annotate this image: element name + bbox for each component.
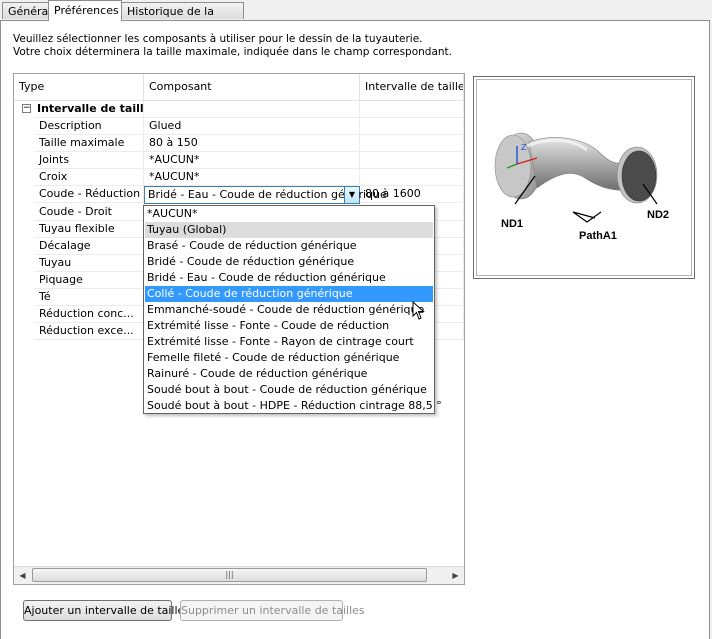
dropdown-option[interactable]: Brasé - Coude de réduction générique (145, 238, 433, 254)
dropdown-option-selected[interactable]: Tuyau (Global) (145, 222, 433, 238)
label-nd2: ND2 (647, 209, 669, 221)
column-header-component[interactable]: Composant (144, 74, 360, 100)
collapse-toggle-icon[interactable]: − (22, 104, 31, 113)
component-dropdown-list[interactable]: *AUCUN* Tuyau (Global) Brasé - Coude de … (143, 205, 442, 414)
table-row[interactable]: Description Glued (14, 118, 464, 135)
column-header-range[interactable]: Intervalle de tailles d (360, 74, 464, 100)
row-range (360, 152, 464, 169)
dropdown-option[interactable]: Rainuré - Coude de réduction générique (145, 366, 433, 382)
row-component[interactable]: 80 à 150 (144, 135, 360, 152)
dropdown-option[interactable]: *AUCUN* (145, 206, 433, 222)
dropdown-option[interactable]: Bridé - Coude de réduction générique (145, 254, 433, 270)
group-row[interactable]: − Intervalle de taill... (14, 101, 464, 118)
row-range (360, 118, 464, 135)
row-range (360, 135, 464, 152)
table-row-active[interactable]: Coude - Réduction Bridé - Eau - Coude de… (14, 186, 464, 204)
component-preview: Z ND1 ND2 PathA1 (473, 76, 695, 279)
table-row[interactable]: Taille maximale 80 à 150 (14, 135, 464, 152)
tab-preferences-label: Préférences (54, 4, 119, 17)
column-header-type[interactable]: Type (14, 74, 144, 100)
row-type: Réduction conc... (34, 306, 144, 323)
dropdown-option[interactable]: Bridé - Eau - Coude de réduction génériq… (145, 270, 433, 286)
reducing-elbow-illustration: Z ND1 ND2 PathA1 (494, 132, 669, 242)
row-component[interactable]: Glued (144, 118, 360, 135)
scroll-right-icon[interactable]: ▶ (447, 567, 464, 584)
scrollbar-thumb[interactable]: ||| (32, 568, 427, 582)
tab-general-label: Général (8, 5, 52, 18)
row-type: Coude - Droit (34, 204, 144, 221)
dropdown-option[interactable]: Soudé bout à bout - Coude de réduction g… (145, 382, 433, 398)
grid-header: Type Composant Intervalle de tailles d (14, 74, 464, 101)
dropdown-option[interactable]: Femelle fileté - Coude de réduction géné… (145, 350, 433, 366)
dropdown-option[interactable]: Extrémité lisse - Fonte - Coude de réduc… (145, 318, 433, 334)
dropdown-option[interactable]: Extrémité lisse - Fonte - Rayon de cintr… (145, 334, 433, 350)
component-combobox[interactable]: Bridé - Eau - Coude de réduction génériq… (144, 186, 387, 204)
row-component[interactable]: *AUCUN* (144, 169, 360, 186)
group-component-cell (144, 101, 360, 118)
add-size-range-button[interactable]: Ajouter un intervalle de tailles (23, 600, 190, 621)
row-type: Piquage (34, 272, 144, 289)
dropdown-option-highlighted[interactable]: Collé - Coude de réduction générique (145, 286, 433, 302)
row-type: Coude - Réduction (34, 186, 144, 203)
tab-history[interactable]: Historique de la version (121, 2, 244, 35)
row-type: Joints (34, 152, 144, 169)
group-range-cell (360, 101, 464, 118)
table-row[interactable]: Joints *AUCUN* (14, 152, 464, 169)
row-type: Taille maximale (34, 135, 144, 152)
row-type: Décalage (34, 238, 144, 255)
dropdown-option[interactable]: Soudé bout à bout - HDPE - Réduction cin… (145, 398, 442, 414)
tab-general[interactable]: Général (2, 2, 52, 19)
row-type: Tuyau flexible (34, 221, 144, 238)
row-type: Tuyau (34, 255, 144, 272)
dropdown-option[interactable]: Emmanché-soudé - Coude de réduction géné… (145, 302, 433, 318)
tab-bar: Général Préférences Historique de la ver… (0, 0, 712, 35)
remove-size-range-button[interactable]: Supprimer un intervalle de tailles (180, 600, 365, 621)
preview-frame: Z ND1 ND2 PathA1 (476, 79, 692, 276)
tab-preferences[interactable]: Préférences (48, 0, 122, 21)
scroll-left-icon[interactable]: ◀ (14, 567, 31, 584)
row-component[interactable]: *AUCUN* (144, 152, 360, 169)
row-type: Té (34, 289, 144, 306)
label-nd1: ND1 (501, 218, 523, 230)
table-row[interactable]: Croix *AUCUN* (14, 169, 464, 186)
row-type: Réduction exce... (34, 323, 144, 340)
mouse-cursor-icon (412, 301, 425, 320)
chevron-down-icon[interactable]: ▼ (344, 187, 359, 203)
row-range (360, 169, 464, 186)
group-label: Intervalle de taill... (34, 101, 144, 118)
row-range: 80 à 1600 (360, 186, 464, 203)
intro-text: Veuillez sélectionner les composants à u… (13, 33, 452, 58)
label-path: PathA1 (579, 230, 617, 242)
row-type: Croix (34, 169, 144, 186)
axis-z-label: Z (521, 143, 527, 152)
horizontal-scrollbar[interactable]: ◀ ||| ▶ (14, 566, 464, 584)
row-type: Description (34, 118, 144, 135)
